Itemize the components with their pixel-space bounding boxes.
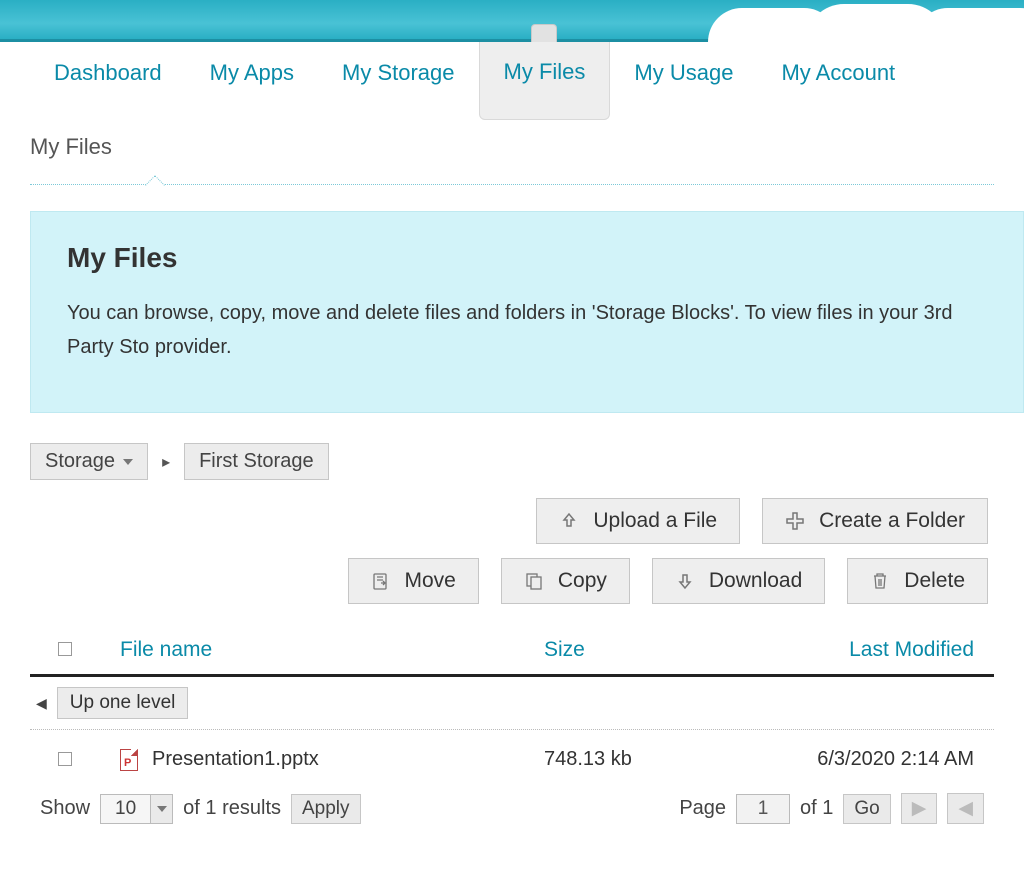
arrow-left-icon: ◀ bbox=[36, 695, 47, 712]
plus-icon bbox=[785, 511, 805, 531]
file-table-header: File name Size Last Modified bbox=[30, 630, 994, 677]
create-folder-button[interactable]: Create a Folder bbox=[762, 498, 988, 544]
copy-button[interactable]: Copy bbox=[501, 558, 630, 604]
section-divider bbox=[30, 184, 994, 185]
col-header-modified[interactable]: Last Modified bbox=[764, 638, 984, 662]
nav-my-account[interactable]: My Account bbox=[757, 42, 919, 120]
upload-file-button[interactable]: Upload a File bbox=[536, 498, 740, 544]
breadcrumb-separator-icon: ▸ bbox=[162, 452, 170, 472]
chevron-down-icon bbox=[150, 795, 172, 823]
of-results-label: of 1 results bbox=[183, 797, 281, 820]
main-nav: Dashboard My Apps My Storage My Files My… bbox=[0, 42, 1024, 114]
file-size: 748.13 kb bbox=[544, 748, 764, 771]
info-body: You can browse, copy, move and delete fi… bbox=[67, 296, 987, 364]
pptx-file-icon bbox=[120, 749, 138, 771]
file-modified: 6/3/2020 2:14 AM bbox=[764, 748, 984, 771]
top-banner bbox=[0, 0, 1024, 42]
delete-button[interactable]: Delete bbox=[847, 558, 988, 604]
download-label: Download bbox=[709, 569, 802, 593]
copy-label: Copy bbox=[558, 569, 607, 593]
breadcrumb: Storage ▸ First Storage bbox=[30, 443, 994, 480]
page-title: My Files bbox=[30, 134, 994, 160]
copy-icon bbox=[524, 571, 544, 591]
row-checkbox[interactable] bbox=[58, 752, 72, 766]
upload-icon bbox=[559, 511, 579, 531]
next-page-button[interactable]: ▶ bbox=[901, 793, 938, 824]
up-one-level-button[interactable]: Up one level bbox=[57, 687, 189, 719]
col-header-size[interactable]: Size bbox=[544, 638, 764, 662]
trash-icon bbox=[870, 571, 890, 591]
file-name: Presentation1.pptx bbox=[152, 748, 319, 771]
download-button[interactable]: Download bbox=[652, 558, 825, 604]
per-page-select[interactable]: 10 bbox=[100, 794, 173, 824]
nav-dashboard[interactable]: Dashboard bbox=[30, 42, 186, 120]
page-input[interactable] bbox=[736, 794, 790, 824]
pager: Show 10 of 1 results Apply Page of 1 Go … bbox=[30, 789, 994, 824]
move-button[interactable]: Move bbox=[348, 558, 479, 604]
nav-my-apps[interactable]: My Apps bbox=[186, 42, 318, 120]
up-level-row: ◀ Up one level bbox=[30, 677, 994, 730]
file-actions: Upload a File Create a Folder Move bbox=[30, 498, 994, 604]
show-label: Show bbox=[40, 797, 90, 820]
nav-my-files[interactable]: My Files bbox=[479, 42, 611, 120]
download-icon bbox=[675, 571, 695, 591]
active-tab-nub bbox=[531, 24, 557, 42]
prev-page-button[interactable]: ◀ bbox=[947, 793, 984, 824]
page-label: Page bbox=[679, 797, 726, 820]
select-all-checkbox[interactable] bbox=[58, 642, 72, 656]
info-panel: My Files You can browse, copy, move and … bbox=[30, 211, 1024, 413]
chevron-down-icon bbox=[123, 459, 133, 465]
delete-label: Delete bbox=[904, 569, 965, 593]
apply-button[interactable]: Apply bbox=[291, 794, 361, 824]
nav-my-storage[interactable]: My Storage bbox=[318, 42, 479, 120]
per-page-value: 10 bbox=[101, 795, 150, 823]
breadcrumb-root-label: Storage bbox=[45, 450, 115, 473]
move-icon bbox=[371, 571, 391, 591]
breadcrumb-current[interactable]: First Storage bbox=[184, 443, 328, 480]
table-row[interactable]: Presentation1.pptx 748.13 kb 6/3/2020 2:… bbox=[30, 730, 994, 789]
info-heading: My Files bbox=[67, 242, 987, 274]
nav-my-usage[interactable]: My Usage bbox=[610, 42, 757, 120]
create-folder-label: Create a Folder bbox=[819, 509, 965, 533]
nav-my-files-label: My Files bbox=[504, 59, 586, 84]
move-label: Move bbox=[405, 569, 456, 593]
col-header-name[interactable]: File name bbox=[90, 638, 544, 662]
breadcrumb-root[interactable]: Storage bbox=[30, 443, 148, 480]
go-button[interactable]: Go bbox=[843, 794, 890, 824]
upload-file-label: Upload a File bbox=[593, 509, 717, 533]
divider-caret bbox=[145, 175, 165, 195]
of-pages-label: of 1 bbox=[800, 797, 833, 820]
cloud-decor bbox=[914, 8, 1024, 42]
